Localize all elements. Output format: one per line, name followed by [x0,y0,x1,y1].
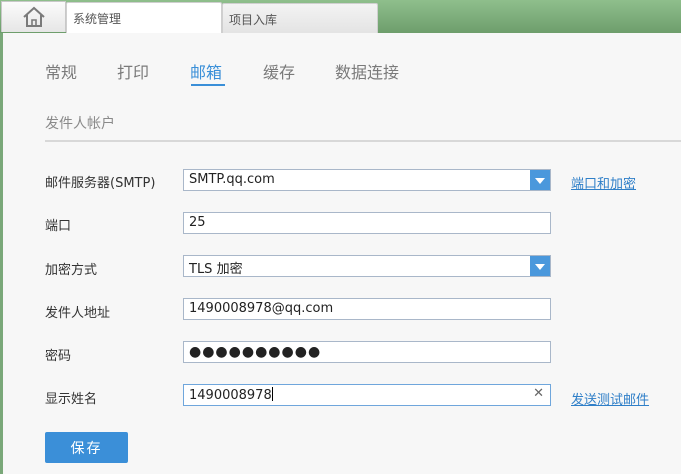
section-title: 发件人帐户 [45,116,115,132]
subtab-cache[interactable]: 缓存 [263,59,295,83]
password-label: 密码 [45,349,72,364]
encryption-value: TLS 加密 [189,262,243,277]
port-encryption-link[interactable]: 端口和加密 [571,173,636,192]
display-name-label: 显示姓名 [45,392,98,407]
smtp-label: 邮件服务器(SMTP) [45,176,156,191]
smtp-select[interactable]: SMTP.qq.com [183,169,551,191]
smtp-value: SMTP.qq.com [189,172,275,187]
section-divider [45,140,681,142]
tab-project-intake[interactable]: 项目入库 [222,3,378,34]
chevron-down-icon[interactable] [530,170,550,190]
encryption-label: 加密方式 [45,263,98,278]
tab-strip: 系统管理 项目入库 [0,0,681,34]
send-test-email-link[interactable]: 发送测试邮件 [571,389,649,408]
tab-system-management[interactable]: 系统管理 [66,2,222,33]
password-field[interactable]: ●●●●●●●●●● [183,341,551,363]
clear-icon[interactable]: ✕ [533,386,544,401]
password-value: ●●●●●●●●●● [189,344,322,360]
subtab-data-connection[interactable]: 数据连接 [335,59,399,83]
sender-address-input[interactable]: 1490008978@qq.com [183,298,551,320]
chevron-down-icon[interactable] [530,256,550,276]
subtab-email[interactable]: 邮箱 [190,59,222,83]
text-cursor [271,387,273,401]
port-label: 端口 [45,219,72,234]
port-value: 25 [189,215,206,230]
display-name-input[interactable]: 1490008978 ✕ [183,384,551,406]
home-button[interactable] [1,1,66,32]
encryption-select[interactable]: TLS 加密 [183,255,551,277]
active-subtab-indicator [191,84,225,86]
subtab-print[interactable]: 打印 [117,59,149,83]
display-name-value: 1490008978 [189,388,272,403]
tab-label: 系统管理 [73,12,122,26]
save-button[interactable]: 保存 [45,432,128,463]
sender-address-value: 1490008978@qq.com [189,301,334,316]
settings-panel: 常规 打印 邮箱 缓存 数据连接 发件人帐户 邮件服务器(SMTP) SMTP.… [3,33,681,474]
subtab-general[interactable]: 常规 [45,59,77,83]
port-input[interactable]: 25 [183,212,551,234]
sender-address-label: 发件人地址 [45,306,111,321]
home-icon [22,6,45,27]
tab-label: 项目入库 [229,13,278,27]
